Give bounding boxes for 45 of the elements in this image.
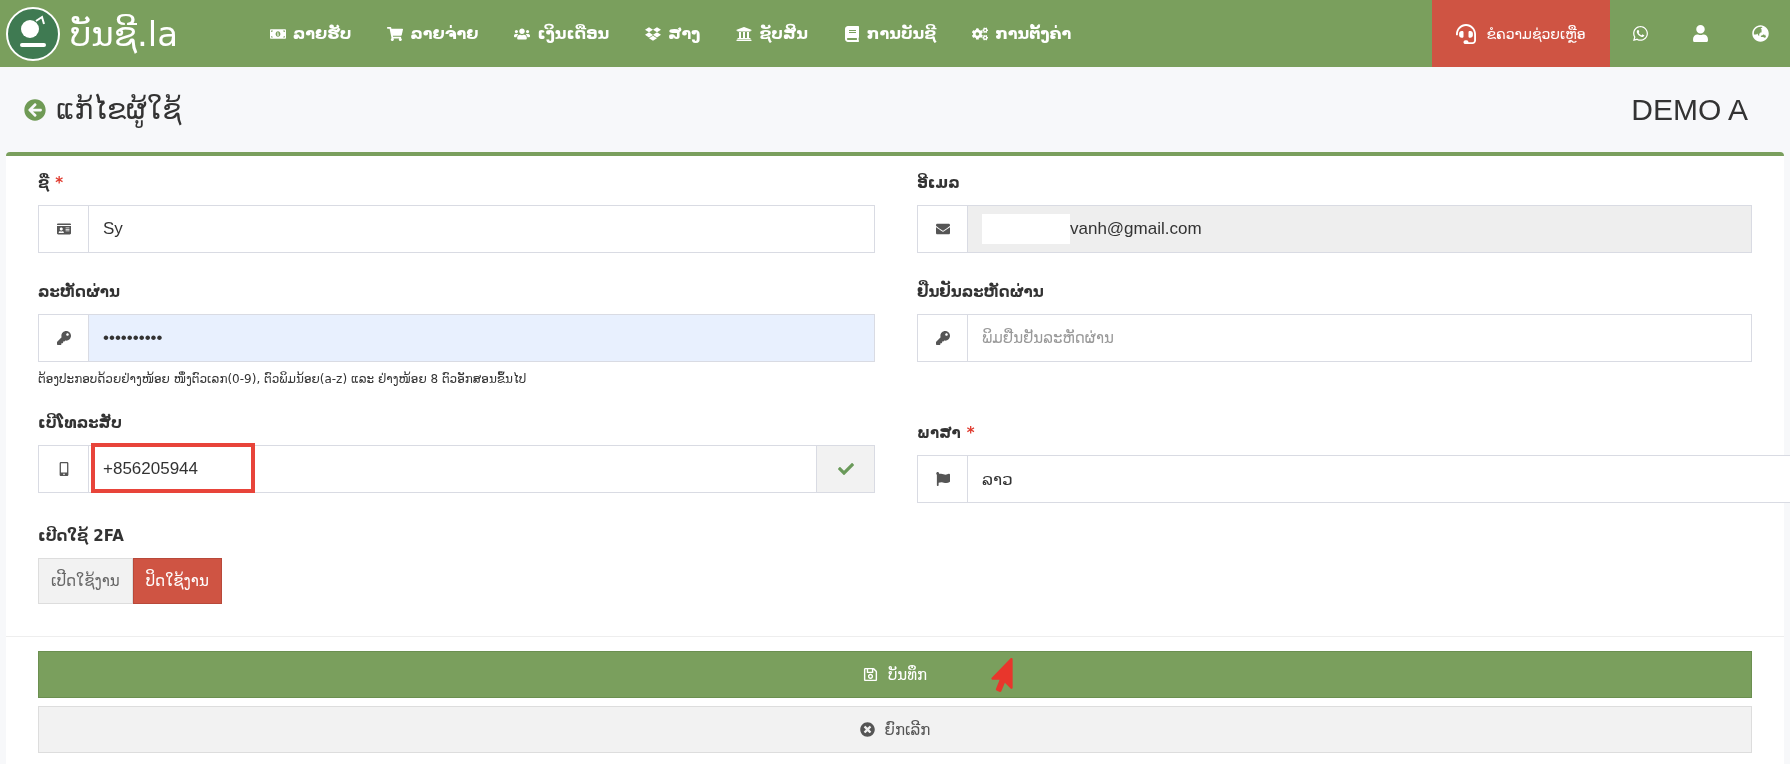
save-button[interactable]: ບັນທຶກ (38, 651, 1752, 698)
nav-link[interactable]: ລາຍຈ່າຍ (387, 24, 479, 43)
page-title: ແກ້ໄຂຜູ້ໃຊ້ (56, 93, 182, 126)
field-label: ພາສາ * (917, 424, 976, 442)
bank-icon (736, 25, 753, 42)
headset-icon (1456, 23, 1477, 44)
back-icon[interactable] (24, 98, 46, 121)
help-button[interactable]: ຂໍຄວາມຊ່ວຍເຫຼືອ (1432, 0, 1610, 67)
field-label: ເປີດໃຊ້ 2FA (38, 527, 125, 545)
company-name: DEMO A (1631, 92, 1748, 127)
gears-icon (972, 25, 989, 42)
cart-icon (387, 25, 404, 42)
close-icon (859, 722, 875, 737)
nav-link[interactable]: ການບັນຊີ (843, 24, 937, 43)
logo-icon[interactable] (6, 6, 60, 61)
field-value: ລາວ (982, 468, 1013, 490)
field-value: Sy (103, 219, 123, 239)
field-label: ຊື່ * (38, 174, 64, 192)
field-value: +856205944 (103, 459, 199, 479)
save-icon (862, 667, 878, 682)
input-field[interactable]: ລາວ (917, 455, 1790, 503)
nav-link[interactable]: ສາງ (645, 24, 701, 43)
nav-link[interactable]: ຊັບສິນ (736, 24, 808, 43)
field-value: vanh@gmail.com (1070, 219, 1202, 239)
input-field[interactable]: Sy (38, 205, 875, 253)
input-field[interactable]: •••••••••• (38, 314, 875, 362)
brand-name[interactable]: ບັນຊີ.la (70, 13, 270, 54)
nav-link[interactable]: ເງິນເດືອນ (514, 24, 610, 43)
toggle-option[interactable]: ເປີດໃຊ້ງານ (38, 558, 133, 604)
field-label: ອີເມລ (917, 174, 961, 192)
input-field[interactable]: +856205944 (38, 445, 875, 493)
cancel-button[interactable]: ຍົກເລີກ (38, 706, 1752, 753)
field-label: ລະຫັດຜ່ານ (38, 283, 121, 301)
box-icon (645, 25, 662, 42)
book-icon (843, 25, 860, 42)
nav-link[interactable]: ລາຍຮັບ (270, 24, 352, 43)
nav-link[interactable]: ການຕັ້ງຄ່າ (972, 24, 1072, 43)
required-asterisk: * (55, 174, 63, 192)
input-field[interactable]: ພິມຢືນຢັນລະຫັດຜ່ານ (917, 314, 1752, 362)
field-value: •••••••••• (103, 328, 163, 348)
placeholder-text: ພິມຢືນຢັນລະຫັດຜ່ານ (982, 329, 1114, 347)
field-label: ເບີໂທລະສັບ (38, 414, 123, 432)
password-hint: ຕ້ອງປະກອບດ້ວຍຢ່າງໜ້ອຍ ໜຶ່ງຕົວເລກ(0-9), ຕົວພິມນ້ອຍ(a-z) ແລະ ຢ່າງໜ້ອຍ 8 ຕົວອັກສອນຂຶ້ນໄປ (38, 372, 528, 386)
toggle-option[interactable]: ປິດໃຊ້ງານ (132, 558, 222, 604)
required-asterisk: * (966, 424, 975, 442)
